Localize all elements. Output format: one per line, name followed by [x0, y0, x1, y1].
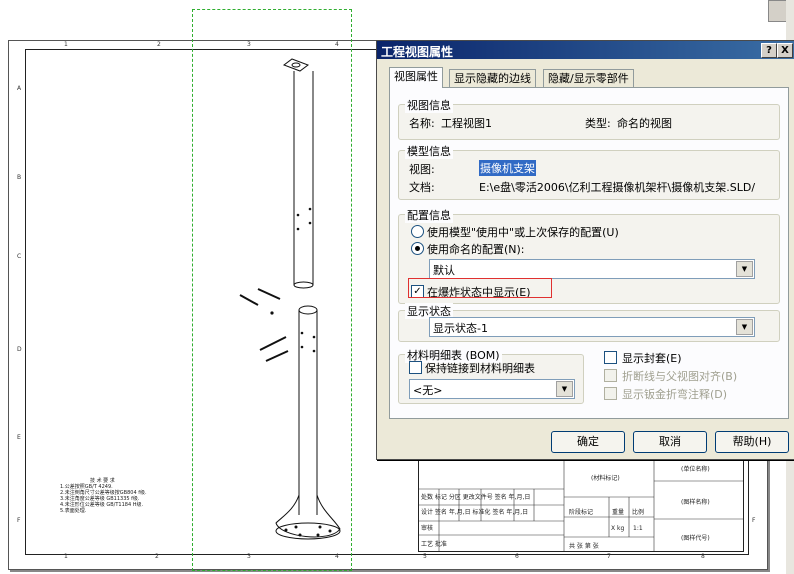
scale-label: 比例 [632, 509, 645, 516]
scale-value: 1:1 [633, 525, 643, 532]
material-mark: (材料标记) [591, 475, 620, 482]
close-icon[interactable]: X [777, 43, 793, 58]
sheet-count: 共 张 第 张 [569, 543, 599, 550]
col-label: 2 [155, 553, 159, 560]
title-block: (材料标记) (单位名称) (图样名称) (图样代号) 处数 标记 分区 更改文… [418, 458, 744, 552]
dialog-titlebar[interactable]: 工程视图属性 ? X [377, 41, 794, 59]
col-label: 5 [423, 553, 427, 560]
unit-name: (单位名称) [681, 466, 710, 473]
tab-view-properties[interactable]: 视图属性 [389, 67, 443, 88]
keep-bom-link-label[interactable]: 保持链接到材料明细表 [425, 360, 535, 376]
model-view-label: 视图: [409, 163, 435, 176]
row-label: C [17, 253, 22, 260]
title-block-row: 审核 [421, 525, 434, 532]
chevron-down-icon[interactable]: ▼ [736, 319, 753, 335]
use-named-config-radio[interactable] [411, 242, 424, 255]
help-question-icon[interactable]: ? [761, 43, 777, 58]
model-info-group: 模型信息 视图: 摄像机支架 文档: E:\e盘\零活2006\亿利工程摄像机架… [398, 143, 780, 200]
weight-label: 重量 [612, 509, 625, 516]
use-named-config-label[interactable]: 使用命名的配置(N): [427, 241, 525, 257]
row-label: A [17, 85, 22, 92]
col-label: 8 [701, 553, 705, 560]
model-info-title: 模型信息 [405, 143, 453, 159]
tab-show-hidden-edges[interactable]: 显示隐藏的边线 [449, 69, 536, 87]
row-label: D [17, 346, 22, 353]
show-sheetmetal-label: 显示钣金折弯注释(D) [622, 388, 728, 401]
config-select-value: 默认 [433, 264, 455, 277]
dialog-title: 工程视图属性 [381, 45, 454, 59]
tab-hide-show-components[interactable]: 隐藏/显示零部件 [543, 69, 634, 87]
show-envelope-label[interactable]: 显示封套(E) [622, 350, 682, 366]
drawing-code: (图样代号) [681, 535, 710, 542]
view-properties-panel: 视图信息 名称: 工程视图1 类型: 命名的视图 模型信息 视图: 摄像机支架 … [389, 87, 789, 419]
display-state-value: 显示状态-1 [433, 322, 488, 335]
display-state-select[interactable]: 显示状态-1 ▼ [429, 317, 755, 337]
bom-select-value: <无> [413, 384, 443, 397]
weight-value: X kg [611, 525, 625, 532]
cancel-button[interactable]: 取消 [633, 431, 707, 453]
row-label: F [17, 517, 21, 524]
help-button[interactable]: 帮助(H) [715, 431, 789, 453]
row-label: B [17, 174, 22, 181]
view-info-group: 视图信息 名称: 工程视图1 类型: 命名的视图 [398, 97, 780, 140]
view-name-value: 工程视图1 [441, 117, 492, 130]
col-label: 7 [607, 553, 611, 560]
view-name-label: 名称: [409, 117, 435, 130]
config-select[interactable]: 默认 ▼ [429, 259, 755, 279]
display-state-group: 显示状态 显示状态-1 ▼ [398, 303, 780, 342]
drawing-view-properties-dialog: 工程视图属性 ? X 视图属性 显示隐藏的边线 隐藏/显示零部件 视图信息 名称… [376, 40, 794, 460]
technical-notes: 技 术 要 求 1.公差按照GB/T 4249. 2.未注倒角尺寸公差等级按GB… [60, 478, 200, 514]
col-label: 2 [157, 41, 161, 48]
keep-bom-link-checkbox[interactable] [409, 361, 422, 374]
col-label: 1 [64, 41, 68, 48]
ok-button[interactable]: 确定 [551, 431, 625, 453]
model-doc-value: E:\e盘\零活2006\亿利工程摄像机架杆\摄像机支架.SLD/ [479, 181, 756, 194]
row-label: E [17, 434, 21, 441]
use-in-use-config-label[interactable]: 使用模型"使用中"或上次保存的配置(U) [427, 224, 619, 240]
chevron-down-icon[interactable]: ▼ [736, 261, 753, 277]
view-info-title: 视图信息 [405, 97, 453, 113]
bom-group: 材料明细表 (BOM) 保持链接到材料明细表 <无> ▼ [398, 347, 584, 404]
row-label: F [752, 517, 756, 524]
model-view-value[interactable]: 摄像机支架 [479, 160, 536, 176]
title-block-row: 工艺 批准 [421, 541, 447, 548]
bom-select[interactable]: <无> ▼ [409, 379, 575, 399]
col-label: 6 [515, 553, 519, 560]
view-type-label: 类型: [585, 117, 611, 130]
title-block-row: 设计 签名 年,月,日 标准化 签名 年,月,日 [421, 509, 529, 516]
tech-note-line: 5.表面处理. [60, 508, 87, 514]
title-block-row: 处数 标记 分区 更改文件号 签名 年,月,日 [421, 494, 531, 501]
annotation-highlight-box [408, 278, 552, 298]
show-sheetmetal-checkbox[interactable] [604, 387, 617, 400]
view-type-value: 命名的视图 [617, 117, 672, 130]
chevron-down-icon[interactable]: ▼ [556, 381, 573, 397]
scroll-up-button[interactable] [768, 0, 788, 22]
pole-drawing[interactable] [230, 55, 350, 555]
align-break-checkbox[interactable] [604, 369, 617, 382]
align-break-label: 折断线与父视图对齐(B) [622, 370, 738, 383]
config-title: 配置信息 [405, 207, 453, 223]
drawing-name: (图样名称) [681, 499, 710, 506]
col-label: 1 [64, 553, 68, 560]
show-envelope-checkbox[interactable] [604, 351, 617, 364]
stage-mark: 阶段标记 [569, 509, 594, 516]
model-doc-label: 文档: [409, 181, 435, 194]
use-in-use-config-radio[interactable] [411, 225, 424, 238]
